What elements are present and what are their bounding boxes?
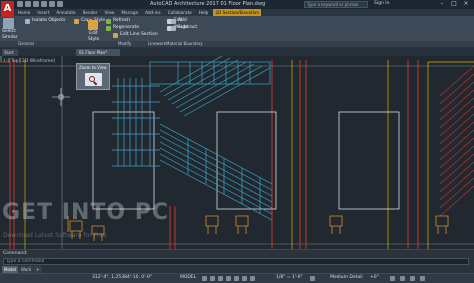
quick-access-toolbar <box>17 1 63 8</box>
crosshair-cursor <box>52 88 70 106</box>
watermark-subtext: Download Latest Software for Free <box>3 232 107 239</box>
copy-style-icon[interactable] <box>74 19 79 24</box>
new-icon[interactable] <box>17 1 23 7</box>
stairs <box>112 56 273 221</box>
zoom-to-view-title: Zoom to View <box>79 65 107 70</box>
hardware-accel-icon[interactable] <box>400 276 405 281</box>
material-subtract-button[interactable]: Subtract <box>178 25 197 30</box>
save-as-icon[interactable] <box>41 1 47 7</box>
ucs-icon <box>0 56 8 63</box>
lineweight-icon[interactable] <box>250 276 255 281</box>
layout-tabs: Model Work + <box>0 266 474 273</box>
sign-in-link[interactable]: Sign In <box>374 1 389 6</box>
panel-general-label: General <box>18 41 34 46</box>
material-add-button[interactable]: Add <box>178 18 187 23</box>
search-input[interactable]: Type a keyword or phrase <box>304 1 368 8</box>
osnap-icon[interactable] <box>234 276 239 281</box>
layout-tab-work[interactable]: Work <box>19 266 34 273</box>
ribbon-panel: Select Similar Isolate Objects Copy Styl… <box>0 16 474 48</box>
tab-view[interactable]: View <box>102 9 116 16</box>
doc-tab-start[interactable]: Start <box>2 49 18 56</box>
snap-icon[interactable] <box>210 276 215 281</box>
edit-style-label-1[interactable]: Edit <box>89 31 98 36</box>
panel-linework-label: Linework <box>148 41 167 46</box>
grid-icon[interactable] <box>202 276 207 281</box>
title-bar: AutoCAD Architecture 2017 01 Floor Plan.… <box>0 0 474 9</box>
doc-tab-floor-plan[interactable]: 01 Floor Plan* <box>76 49 120 56</box>
edit-line-section-icon[interactable] <box>113 33 118 38</box>
select-similar-label-1[interactable]: Select <box>2 29 16 34</box>
zoom-to-view-popup: Zoom to View <box>76 63 110 90</box>
tab-add-ins[interactable]: Add-ins <box>143 9 163 16</box>
refresh-button[interactable]: Refresh <box>113 18 130 23</box>
close-button[interactable]: × <box>460 0 472 8</box>
select-similar-label-2[interactable]: Similar <box>2 35 18 40</box>
window-controls: – □ × <box>436 0 472 8</box>
polar-icon[interactable] <box>226 276 231 281</box>
section-hatch <box>439 65 474 217</box>
minimize-button[interactable]: – <box>436 0 448 8</box>
tab-manage[interactable]: Manage <box>119 9 140 16</box>
customize-menu-icon[interactable] <box>420 276 425 281</box>
drawing-canvas[interactable]: [-][Top][2D Wireframe] Zoom to View GET … <box>0 56 474 249</box>
redo-icon[interactable] <box>57 1 63 7</box>
ribbon-tabs: Home Insert Annotate Render View Manage … <box>0 9 474 16</box>
panel-modify-label: Modify <box>118 41 132 46</box>
tab-collaborate[interactable]: Collaborate <box>166 9 194 16</box>
material-subtract-icon[interactable] <box>171 26 176 31</box>
isolate-objects-icon[interactable] <box>25 19 30 24</box>
select-similar-icon[interactable] <box>3 18 14 29</box>
save-icon[interactable] <box>33 1 39 7</box>
command-line: Command: Type a command <box>0 249 474 266</box>
regenerate-icon[interactable] <box>106 26 111 31</box>
zoom-button[interactable] <box>85 73 102 86</box>
ortho-icon[interactable] <box>218 276 223 281</box>
viewport-controls[interactable]: [-][Top][2D Wireframe] <box>4 59 55 64</box>
workspace-gear-icon[interactable] <box>310 276 315 281</box>
maximize-button[interactable]: □ <box>448 0 460 8</box>
edit-line-section-button[interactable]: Edit Line Section <box>120 32 158 37</box>
model-space-toggle[interactable]: MODEL <box>180 275 196 280</box>
undo-icon[interactable] <box>49 1 55 7</box>
ribbon-panel-labels: General Modify Linework Material Boundar… <box>0 41 474 47</box>
tab-home[interactable]: Home <box>16 9 32 16</box>
tab-2d-section-elevation[interactable]: 2D Section/Elevation <box>213 9 261 16</box>
application-menu-button[interactable]: A <box>1 1 14 17</box>
refresh-icon[interactable] <box>106 19 111 24</box>
tab-insert[interactable]: Insert <box>35 9 51 16</box>
add-layout-tab[interactable]: + <box>34 266 42 273</box>
magnifier-handle <box>93 81 98 86</box>
status-bar: 312'-4", 1,25384'-10, 0'-0" MODEL 1/8" =… <box>0 273 474 283</box>
annotation-scale[interactable]: 1/8" = 1'-0" <box>276 275 303 280</box>
edit-style-icon[interactable] <box>88 20 98 30</box>
open-icon[interactable] <box>25 1 31 7</box>
isolate-objects-button[interactable]: Isolate Objects <box>32 18 65 23</box>
panel-material-boundary-label: Material Boundary <box>166 41 203 46</box>
layout-tab-model[interactable]: Model <box>2 266 19 273</box>
display-detail[interactable]: Medium Detail <box>330 275 363 280</box>
window-title: AutoCAD Architecture 2017 01 Floor Plan.… <box>150 1 266 7</box>
clean-screen-icon[interactable] <box>410 276 415 281</box>
regenerate-button[interactable]: Regenerate <box>113 25 139 30</box>
isolate-icon[interactable] <box>390 276 395 281</box>
tab-help[interactable]: Help <box>197 9 211 16</box>
elevation-value[interactable]: +0" <box>370 275 379 280</box>
watermark-text: GET INTO PC <box>2 200 169 225</box>
material-add-icon[interactable] <box>171 19 176 24</box>
coordinate-readout: 312'-4", 1,25384'-10, 0'-0" <box>92 275 152 280</box>
tab-annotate[interactable]: Annotate <box>54 9 77 16</box>
command-input[interactable]: Type a command <box>3 258 469 265</box>
tab-render[interactable]: Render <box>81 9 100 16</box>
document-tabs: Start 01 Floor Plan* <box>0 48 474 56</box>
otrack-icon[interactable] <box>242 276 247 281</box>
command-history: Command: <box>3 251 28 256</box>
